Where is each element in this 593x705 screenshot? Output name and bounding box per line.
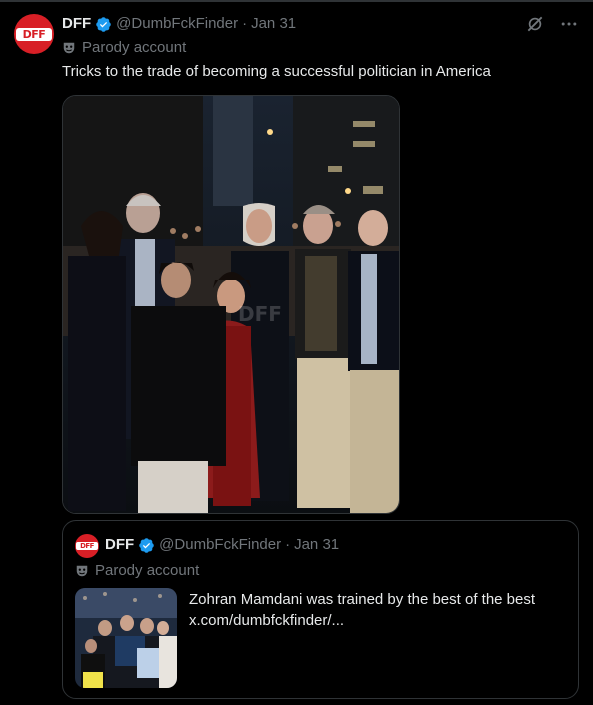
quoted-post[interactable]: DFF DFF @DumbFckFinder · Jan 31 Parody a… [62,520,579,699]
author-handle[interactable]: @DumbFckFinder [116,14,238,34]
photo-watermark: DFF [238,302,282,326]
quoted-avatar-logo-text: DFF [76,542,98,550]
post-date[interactable]: Jan 31 [251,14,296,34]
grok-icon[interactable] [525,14,545,34]
quoted-thumbnail[interactable] [75,588,177,688]
quoted-thumbnail-image [75,588,177,688]
quoted-post-text: Zohran Mamdani was trained by the best o… [189,591,536,608]
verified-badge-icon [139,537,154,553]
post-photo[interactable]: DFF [62,95,400,514]
parody-mask-icon [76,565,88,577]
quoted-post-link[interactable]: x.com/dumbfckfinder/... [189,610,569,631]
post-header: DFF @DumbFckFinder · Jan 31 [62,14,296,34]
avatar-logo-text: DFF [16,28,52,41]
post-actions [525,14,579,34]
avatar[interactable]: DFF [14,14,54,54]
group-photo-image: DFF [63,96,399,513]
quoted-text-block: Zohran Mamdani was trained by the best o… [189,589,569,631]
separator-dot: · [242,15,248,32]
parody-label: Parody account [62,38,186,58]
divider [0,0,593,2]
parody-mask-icon [63,42,75,54]
quoted-avatar[interactable]: DFF [75,534,99,558]
quoted-author-handle[interactable]: @DumbFckFinder [159,535,281,555]
quoted-author-name[interactable]: DFF [105,535,134,555]
account-label: Parody account [82,39,187,56]
quoted-post-date[interactable]: Jan 31 [294,535,339,555]
quoted-parody-label: Parody account [75,561,199,581]
separator-dot: · [285,536,291,553]
quoted-header: DFF @DumbFckFinder · Jan 31 [105,535,339,555]
post-text: Tricks to the trade of becoming a succes… [62,63,491,80]
verified-badge-icon [96,16,111,32]
author-name[interactable]: DFF [62,14,91,34]
more-icon[interactable] [559,14,579,34]
quoted-account-label: Parody account [95,562,200,579]
